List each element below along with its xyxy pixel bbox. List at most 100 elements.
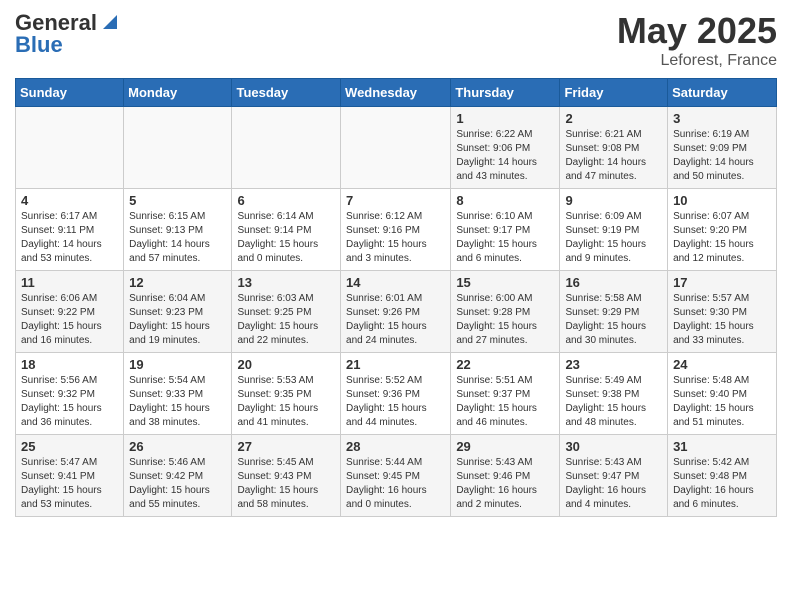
calendar-cell: 6Sunrise: 6:14 AM Sunset: 9:14 PM Daylig… (232, 189, 341, 271)
calendar-table: SundayMondayTuesdayWednesdayThursdayFrid… (15, 78, 777, 517)
calendar-cell: 2 Sunrise: 6:21 AM Sunset: 9:08 PM Daylig… (560, 107, 668, 189)
calendar-cell: 4 Sunrise: 6:17 AM Sunset: 9:11 PM Daylig… (16, 189, 124, 271)
calendar-day-header: Sunday (16, 79, 124, 107)
day-info: Sunrise: 5:46 AM Sunset: 9:42 PM Dayligh… (129, 456, 226, 512)
day-number: 8 (456, 193, 554, 208)
day-number: 19 (129, 357, 226, 372)
day-number: 29 (456, 439, 554, 454)
calendar-week-row: 1 Sunrise: 6:22 AM Sunset: 9:06 PM Daylig… (16, 107, 777, 189)
calendar-cell: 23 Sunrise: 5:49 AM Sunset: 9:38 PM Dayli… (560, 353, 668, 435)
day-info: Sunrise: 5:43 AM Sunset: 9:47 PM Dayligh… (565, 456, 662, 512)
calendar-cell: 16Sunrise: 5:58 AM Sunset: 9:29 PM Dayli… (560, 271, 668, 353)
day-number: 27 (237, 439, 335, 454)
day-number: 26 (129, 439, 226, 454)
day-info: Sunrise: 6:01 AM Sunset: 9:26 PM Dayligh… (346, 292, 445, 348)
day-number: 3 (673, 111, 771, 126)
day-info: Sunrise: 5:52 AM Sunset: 9:36 PM Dayligh… (346, 374, 445, 430)
calendar-cell: 25Sunrise: 5:47 AM Sunset: 9:41 PM Dayli… (16, 435, 124, 517)
calendar-cell: 18 Sunrise: 5:56 AM Sunset: 9:32 PM Dayli… (16, 353, 124, 435)
calendar-cell: 9 Sunrise: 6:09 AM Sunset: 9:19 PM Daylig… (560, 189, 668, 271)
calendar-day-header: Monday (124, 79, 232, 107)
calendar-cell: 3 Sunrise: 6:19 AM Sunset: 9:09 PM Daylig… (668, 107, 777, 189)
day-info: Sunrise: 5:54 AM Sunset: 9:33 PM Dayligh… (129, 374, 226, 430)
calendar-cell: 22 Sunrise: 5:51 AM Sunset: 9:37 PM Dayli… (451, 353, 560, 435)
day-info: Sunrise: 5:51 AM Sunset: 9:37 PM Dayligh… (456, 374, 554, 430)
calendar-day-header: Thursday (451, 79, 560, 107)
calendar-week-row: 4 Sunrise: 6:17 AM Sunset: 9:11 PM Daylig… (16, 189, 777, 271)
calendar-cell: 24Sunrise: 5:48 AM Sunset: 9:40 PM Dayli… (668, 353, 777, 435)
day-number: 2 (565, 111, 662, 126)
title-block: May 2025 Leforest, France (617, 10, 777, 70)
calendar-cell: 14Sunrise: 6:01 AM Sunset: 9:26 PM Dayli… (341, 271, 451, 353)
day-info: Sunrise: 6:17 AM Sunset: 9:11 PM Dayligh… (21, 210, 118, 266)
day-number: 11 (21, 275, 118, 290)
calendar-cell: 1 Sunrise: 6:22 AM Sunset: 9:06 PM Daylig… (451, 107, 560, 189)
calendar-cell (16, 107, 124, 189)
calendar-cell: 5 Sunrise: 6:15 AM Sunset: 9:13 PM Daylig… (124, 189, 232, 271)
logo: General Blue (15, 10, 121, 58)
day-number: 12 (129, 275, 226, 290)
day-number: 16 (565, 275, 662, 290)
day-number: 22 (456, 357, 554, 372)
calendar-cell: 8 Sunrise: 6:10 AM Sunset: 9:17 PM Daylig… (451, 189, 560, 271)
calendar-cell (232, 107, 341, 189)
day-info: Sunrise: 6:14 AM Sunset: 9:14 PM Dayligh… (237, 210, 335, 266)
calendar-cell: 15Sunrise: 6:00 AM Sunset: 9:28 PM Dayli… (451, 271, 560, 353)
day-info: Sunrise: 5:43 AM Sunset: 9:46 PM Dayligh… (456, 456, 554, 512)
page: General Blue May 2025 Leforest, France S… (0, 0, 792, 527)
calendar-cell: 21 Sunrise: 5:52 AM Sunset: 9:36 PM Dayli… (341, 353, 451, 435)
day-number: 9 (565, 193, 662, 208)
title-location: Leforest, France (617, 52, 777, 70)
calendar-day-header: Saturday (668, 79, 777, 107)
day-info: Sunrise: 6:22 AM Sunset: 9:06 PM Dayligh… (456, 128, 554, 184)
day-number: 21 (346, 357, 445, 372)
day-info: Sunrise: 6:03 AM Sunset: 9:25 PM Dayligh… (237, 292, 335, 348)
day-info: Sunrise: 5:53 AM Sunset: 9:35 PM Dayligh… (237, 374, 335, 430)
calendar-cell: 17Sunrise: 5:57 AM Sunset: 9:30 PM Dayli… (668, 271, 777, 353)
day-info: Sunrise: 6:06 AM Sunset: 9:22 PM Dayligh… (21, 292, 118, 348)
day-number: 18 (21, 357, 118, 372)
day-info: Sunrise: 5:48 AM Sunset: 9:40 PM Dayligh… (673, 374, 771, 430)
calendar-day-header: Tuesday (232, 79, 341, 107)
day-info: Sunrise: 6:00 AM Sunset: 9:28 PM Dayligh… (456, 292, 554, 348)
calendar-day-header: Wednesday (341, 79, 451, 107)
calendar-cell: 12 Sunrise: 6:04 AM Sunset: 9:23 PM Dayli… (124, 271, 232, 353)
day-info: Sunrise: 5:56 AM Sunset: 9:32 PM Dayligh… (21, 374, 118, 430)
day-info: Sunrise: 6:19 AM Sunset: 9:09 PM Dayligh… (673, 128, 771, 184)
calendar-day-header: Friday (560, 79, 668, 107)
calendar-cell: 19 Sunrise: 5:54 AM Sunset: 9:33 PM Dayli… (124, 353, 232, 435)
day-number: 23 (565, 357, 662, 372)
title-month: May 2025 (617, 10, 777, 52)
day-number: 4 (21, 193, 118, 208)
calendar-cell: 28 Sunrise: 5:44 AM Sunset: 9:45 PM Dayli… (341, 435, 451, 517)
calendar-cell: 10Sunrise: 6:07 AM Sunset: 9:20 PM Dayli… (668, 189, 777, 271)
calendar-cell: 27Sunrise: 5:45 AM Sunset: 9:43 PM Dayli… (232, 435, 341, 517)
calendar-cell: 7 Sunrise: 6:12 AM Sunset: 9:16 PM Daylig… (341, 189, 451, 271)
day-info: Sunrise: 5:42 AM Sunset: 9:48 PM Dayligh… (673, 456, 771, 512)
day-number: 7 (346, 193, 445, 208)
day-number: 30 (565, 439, 662, 454)
logo-triangle-icon (99, 11, 121, 33)
day-info: Sunrise: 5:47 AM Sunset: 9:41 PM Dayligh… (21, 456, 118, 512)
day-info: Sunrise: 6:12 AM Sunset: 9:16 PM Dayligh… (346, 210, 445, 266)
day-number: 28 (346, 439, 445, 454)
day-number: 5 (129, 193, 226, 208)
day-info: Sunrise: 6:21 AM Sunset: 9:08 PM Dayligh… (565, 128, 662, 184)
day-info: Sunrise: 5:44 AM Sunset: 9:45 PM Dayligh… (346, 456, 445, 512)
day-info: Sunrise: 5:49 AM Sunset: 9:38 PM Dayligh… (565, 374, 662, 430)
header: General Blue May 2025 Leforest, France (15, 10, 777, 70)
day-info: Sunrise: 6:10 AM Sunset: 9:17 PM Dayligh… (456, 210, 554, 266)
calendar-week-row: 18 Sunrise: 5:56 AM Sunset: 9:32 PM Dayli… (16, 353, 777, 435)
calendar-header-row: SundayMondayTuesdayWednesdayThursdayFrid… (16, 79, 777, 107)
calendar-cell: 26 Sunrise: 5:46 AM Sunset: 9:42 PM Dayli… (124, 435, 232, 517)
day-info: Sunrise: 6:09 AM Sunset: 9:19 PM Dayligh… (565, 210, 662, 266)
day-number: 1 (456, 111, 554, 126)
day-number: 17 (673, 275, 771, 290)
day-number: 13 (237, 275, 335, 290)
calendar-cell: 30 Sunrise: 5:43 AM Sunset: 9:47 PM Dayli… (560, 435, 668, 517)
day-info: Sunrise: 6:15 AM Sunset: 9:13 PM Dayligh… (129, 210, 226, 266)
day-info: Sunrise: 6:04 AM Sunset: 9:23 PM Dayligh… (129, 292, 226, 348)
calendar-week-row: 25Sunrise: 5:47 AM Sunset: 9:41 PM Dayli… (16, 435, 777, 517)
day-number: 20 (237, 357, 335, 372)
calendar-week-row: 11 Sunrise: 6:06 AM Sunset: 9:22 PM Dayli… (16, 271, 777, 353)
